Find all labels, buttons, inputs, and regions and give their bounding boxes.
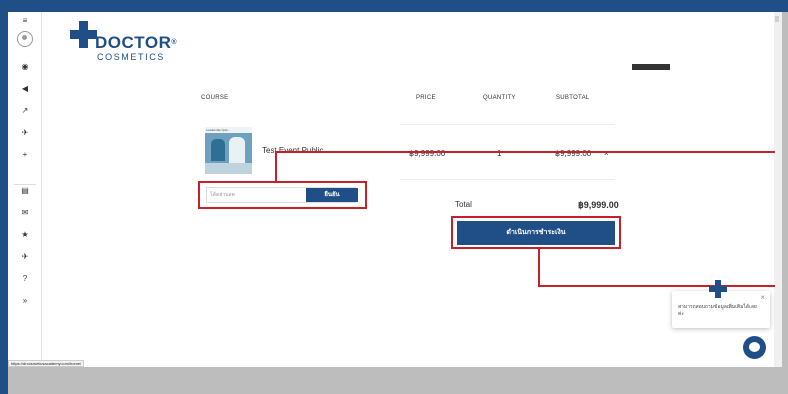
header-course: COURSE	[201, 95, 229, 101]
annotation-line	[275, 151, 775, 153]
logo-wordmark: DOCTOR	[95, 33, 172, 52]
chat-bubble-button[interactable]	[743, 336, 766, 359]
close-icon[interactable]: ×	[760, 293, 765, 302]
plus-icon[interactable]: +	[8, 150, 42, 160]
apply-coupon-button[interactable]: ยืนยัน	[306, 188, 358, 202]
coupon-highlight-box: โค้ดส่วนลด ยืนยัน	[198, 181, 367, 209]
status-bar-url: https://drcosmeticsacademy.com/home/	[8, 360, 85, 367]
admin-sidebar: ≡ ◉ ◀ ↗ ✈ + ▤ ✉ ★ ✈ ? »	[8, 12, 42, 367]
registered-mark: ®	[171, 39, 178, 46]
checkout-button[interactable]: ดำเนินการชำระเงิน	[457, 221, 615, 245]
window-frame-left	[0, 0, 8, 394]
rocket-icon-2[interactable]: ✈	[8, 252, 42, 262]
gauge-icon[interactable]: ◉	[8, 62, 42, 72]
help-icon[interactable]: ?	[8, 274, 42, 284]
thumbnail-caption: Leadership Quin...	[206, 128, 231, 132]
table-divider	[400, 124, 615, 125]
annotation-line	[538, 285, 775, 287]
header-price: PRICE	[416, 95, 436, 101]
sidebar-divider	[14, 184, 36, 185]
mail-icon[interactable]: ✉	[8, 208, 42, 218]
chart-icon[interactable]: ↗	[8, 106, 42, 116]
header-cart-button[interactable]	[632, 64, 670, 70]
total-label: Total	[455, 200, 472, 209]
chat-popup[interactable]: × สามารถสอบถามข้อมูลเพิ่มเติมได้เลยค่ะ	[672, 291, 770, 328]
window-frame-top	[0, 0, 788, 12]
scrollbar-thumb[interactable]	[775, 16, 779, 22]
total-value: ฿9,999.00	[578, 200, 619, 210]
header-subtotal: SUBTOTAL	[556, 95, 590, 101]
database-icon[interactable]: ▤	[8, 186, 42, 196]
menu-icon[interactable]: ≡	[8, 16, 42, 26]
header-quantity: QUANTITY	[483, 95, 516, 101]
collapse-icon[interactable]: »	[8, 296, 42, 306]
star-icon[interactable]: ★	[8, 230, 42, 240]
annotation-line	[538, 248, 540, 286]
chat-message: สามารถสอบถามข้อมูลเพิ่มเติมได้เลยค่ะ	[678, 304, 757, 317]
course-thumbnail[interactable]: Leadership Quin...	[205, 127, 252, 174]
megaphone-icon[interactable]: ◀	[8, 84, 42, 94]
checkout-highlight-box: ดำเนินการชำระเงิน	[451, 216, 621, 249]
logo-tagline: COSMETICS	[97, 52, 165, 62]
scrollbar-track[interactable]	[774, 12, 782, 367]
window-frame-right	[782, 0, 788, 12]
avatar[interactable]	[17, 31, 33, 47]
rocket-icon[interactable]: ✈	[8, 128, 42, 138]
annotation-line	[275, 151, 277, 182]
chat-icon	[749, 342, 760, 352]
table-divider	[400, 179, 615, 180]
